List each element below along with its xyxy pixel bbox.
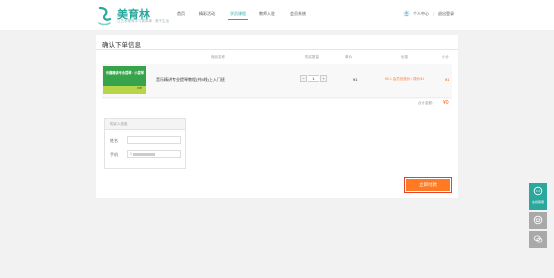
product-thumbnail[interactable]: 乐趣精讲专业提琴 · 小提琴 VIP bbox=[103, 66, 146, 94]
buyer-info-box: 购买人信息 姓名 手机 1 bbox=[104, 118, 186, 169]
col-header-unit-price: 单价 bbox=[345, 55, 352, 59]
chat-icon bbox=[533, 186, 543, 196]
user-link-separator: | bbox=[433, 11, 435, 16]
order-confirm-panel: 确认下单信息 商品名称 购买数量 单价 优惠 小计 乐趣精讲专业提琴 · 小提琴… bbox=[96, 35, 458, 198]
online-service-label: 在线客服 bbox=[531, 200, 544, 204]
product-thumbnail-text: 乐趣精讲专业提琴 · 小提琴 bbox=[106, 71, 144, 75]
wechat-icon bbox=[533, 235, 543, 243]
brand-slogan: 让艺术美育学习更简单 · 美于生活 bbox=[117, 19, 170, 23]
quantity-decrease-button[interactable]: − bbox=[300, 75, 307, 82]
cart-button[interactable] bbox=[529, 212, 547, 229]
nav-item-activities[interactable]: 精彩活动 bbox=[199, 11, 215, 17]
logout-link[interactable]: 退出登录 bbox=[438, 11, 454, 17]
phone-field[interactable]: 1 bbox=[127, 150, 181, 158]
user-center-link[interactable]: 个人中心 bbox=[413, 11, 429, 17]
submit-button-focus-ring: 立即付款 bbox=[404, 177, 452, 193]
phone-mask bbox=[132, 152, 155, 156]
quantity-input[interactable]: 1 bbox=[308, 75, 319, 82]
item-subtotal: ¥1 bbox=[445, 77, 450, 82]
thumbnail-badge: VIP bbox=[137, 86, 142, 90]
col-header-discount: 优惠 bbox=[401, 55, 408, 59]
quantity-increase-button[interactable]: + bbox=[320, 75, 327, 82]
buyer-info-header: 购买人信息 bbox=[105, 119, 185, 130]
phone-field-value: 1 bbox=[130, 152, 132, 156]
discount-info: ¥0.1 会员优惠价 / 原价¥1 bbox=[385, 77, 425, 81]
product-name[interactable]: 音乐精讲专业提琴教程(共5线)上入门班 bbox=[156, 77, 225, 83]
site-logo[interactable]: 美育林 让艺术美育学习更简单 · 美于生活 bbox=[96, 5, 169, 27]
online-service-button[interactable]: 在线客服 bbox=[529, 183, 547, 210]
nav-item-home[interactable]: 首页 bbox=[177, 11, 185, 17]
name-label: 姓名 bbox=[110, 138, 118, 143]
phone-label: 手机 bbox=[110, 152, 118, 157]
wechat-button[interactable] bbox=[529, 231, 547, 248]
name-field[interactable] bbox=[127, 136, 181, 144]
title-divider bbox=[96, 49, 458, 50]
col-header-quantity: 购买数量 bbox=[305, 55, 319, 59]
total-value: ¥0 bbox=[443, 100, 449, 106]
nav-item-membership[interactable]: 会员系统 bbox=[290, 11, 306, 17]
page-title: 确认下单信息 bbox=[102, 42, 141, 49]
cart-icon bbox=[533, 215, 543, 225]
active-nav-indicator bbox=[228, 19, 248, 20]
items-divider bbox=[102, 97, 452, 98]
buyer-info-title: 购买人信息 bbox=[110, 122, 128, 126]
nav-item-teacher[interactable]: 教师入驻 bbox=[259, 11, 275, 17]
col-header-subtotal: 小计 bbox=[442, 55, 449, 59]
unit-price: ¥1 bbox=[353, 77, 358, 82]
col-header-name: 商品名称 bbox=[211, 55, 225, 59]
pay-now-button[interactable]: 立即付款 bbox=[406, 179, 450, 191]
logo-mark-icon bbox=[98, 6, 112, 26]
nav-item-courses[interactable]: 学员课程 bbox=[230, 11, 246, 17]
user-avatar-icon bbox=[403, 10, 410, 17]
total-label: 合计金额： bbox=[418, 101, 436, 105]
top-nav-bar: 美育林 让艺术美育学习更简单 · 美于生活 首页 精彩活动 学员课程 教师入驻 … bbox=[0, 0, 554, 30]
